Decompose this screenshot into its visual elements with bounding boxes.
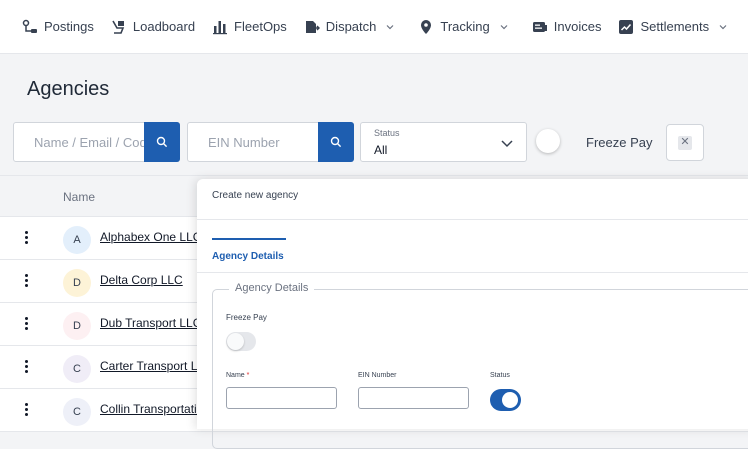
loadboard-icon bbox=[112, 20, 125, 34]
name-input[interactable] bbox=[226, 387, 337, 409]
search-input[interactable] bbox=[14, 123, 144, 161]
avatar: C bbox=[63, 398, 91, 426]
avatar: A bbox=[63, 226, 91, 254]
more-options-icon[interactable] bbox=[21, 360, 31, 376]
avatar: C bbox=[63, 355, 91, 383]
nav-item-label: Dispatch bbox=[325, 19, 377, 34]
nav-item-fleetops[interactable]: FleetOps bbox=[212, 19, 287, 35]
search-field bbox=[13, 122, 180, 162]
column-header-name: Name bbox=[63, 190, 96, 204]
postings-icon bbox=[22, 19, 37, 33]
avatar: D bbox=[63, 269, 91, 297]
nav-item-tracking[interactable]: Tracking bbox=[418, 19, 514, 35]
agency-name-link[interactable]: Delta Corp LLC bbox=[100, 273, 183, 287]
agency-name-link[interactable]: Carter Transport LLC bbox=[100, 359, 213, 373]
close-icon: ✕ bbox=[678, 135, 692, 150]
nav-item-settlements[interactable]: Settlements bbox=[618, 19, 734, 35]
invoices-icon bbox=[532, 21, 547, 32]
active-tab-indicator bbox=[212, 238, 286, 240]
nav-item-invoices[interactable]: Invoices bbox=[532, 19, 602, 35]
nav-item-postings[interactable]: Postings bbox=[22, 19, 94, 35]
clear-filters-button[interactable]: ✕ bbox=[666, 124, 704, 161]
ein-number-input[interactable] bbox=[358, 387, 469, 409]
more-options-icon[interactable] bbox=[21, 403, 31, 419]
nav-item-label: Invoices bbox=[553, 19, 602, 34]
search-icon bbox=[156, 136, 168, 148]
status-select[interactable]: Status All bbox=[360, 122, 527, 162]
more-options-icon[interactable] bbox=[21, 317, 31, 333]
create-agency-modal: Create new agency Agency Details Agency … bbox=[197, 179, 748, 449]
status-select-label: Status bbox=[374, 128, 400, 138]
dispatch-icon bbox=[305, 20, 320, 33]
freeze-pay-toggle[interactable] bbox=[536, 129, 560, 153]
agency-details-section: Agency Details Freeze Pay Name * EIN Num… bbox=[212, 282, 748, 449]
more-options-icon[interactable] bbox=[21, 274, 31, 290]
section-legend: Agency Details bbox=[229, 282, 315, 294]
page-title: Agencies bbox=[27, 78, 110, 100]
ein-field bbox=[187, 122, 354, 162]
ein-search-button[interactable] bbox=[318, 122, 354, 162]
nav-item-label: Loadboard bbox=[132, 19, 196, 34]
chevron-down-icon bbox=[500, 24, 508, 29]
search-button[interactable] bbox=[144, 122, 180, 162]
search-icon bbox=[330, 136, 342, 148]
status-switch[interactable] bbox=[490, 389, 521, 411]
tab-agency-details[interactable]: Agency Details bbox=[212, 251, 284, 262]
status-field-label: Status bbox=[490, 372, 510, 379]
nav-item-label: Settlements bbox=[640, 19, 710, 34]
chevron-down-icon bbox=[386, 24, 394, 29]
freeze-pay-label: Freeze Pay bbox=[586, 135, 653, 150]
name-label-text: Name bbox=[226, 372, 245, 379]
required-mark: * bbox=[246, 372, 250, 379]
settlements-icon bbox=[619, 19, 634, 34]
ein-input[interactable] bbox=[188, 123, 318, 161]
avatar: D bbox=[63, 312, 91, 340]
freeze-pay-switch[interactable] bbox=[226, 332, 256, 351]
ein-field-label: EIN Number bbox=[358, 372, 397, 379]
agency-name-link[interactable]: Collin Transportation bbox=[100, 402, 210, 416]
agency-name-link[interactable]: Dub Transport LLC bbox=[100, 316, 201, 330]
chevron-down-icon bbox=[501, 140, 513, 148]
location-pin-icon bbox=[421, 19, 432, 34]
more-options-icon[interactable] bbox=[21, 231, 31, 247]
bar-chart-icon bbox=[213, 20, 228, 34]
divider bbox=[197, 272, 748, 273]
agency-name-link[interactable]: Alphabex One LLC bbox=[100, 230, 201, 244]
name-field-label: Name * bbox=[226, 372, 249, 379]
status-select-value: All bbox=[374, 143, 388, 157]
nav-item-label: FleetOps bbox=[234, 19, 287, 34]
nav-item-label: Tracking bbox=[440, 19, 490, 34]
chevron-down-icon bbox=[719, 24, 727, 29]
modal-title: Create new agency bbox=[212, 190, 299, 201]
nav-item-dispatch[interactable]: Dispatch bbox=[304, 19, 402, 35]
nav-item-loadboard[interactable]: Loadboard bbox=[111, 19, 195, 35]
top-nav: Postings Loadboard FleetOps Dispatch Tra… bbox=[0, 0, 748, 54]
freeze-pay-field-label: Freeze Pay bbox=[226, 313, 267, 322]
nav-item-label: Postings bbox=[44, 19, 94, 34]
divider bbox=[197, 219, 748, 220]
